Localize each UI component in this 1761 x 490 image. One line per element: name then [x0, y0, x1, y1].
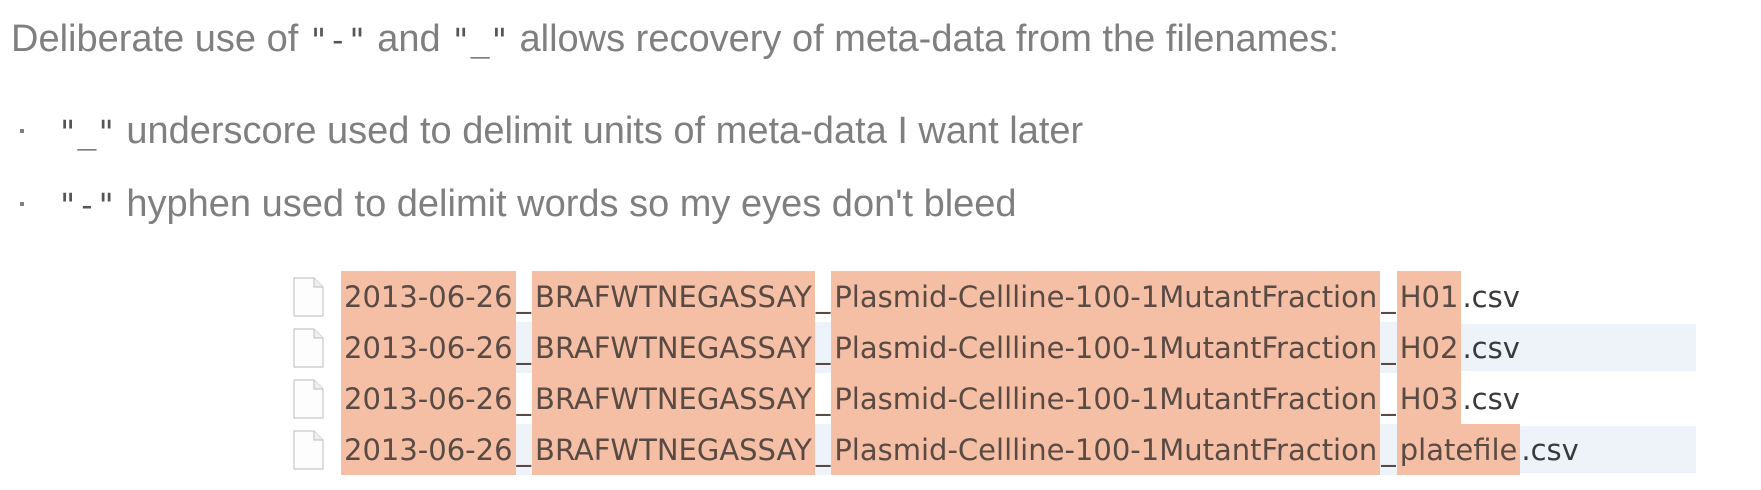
condition-segment: Plasmid-Cellline-100-1MutantFraction: [831, 271, 1381, 322]
file-extension: .csv: [1462, 381, 1520, 416]
intro-before: Deliberate use of: [11, 18, 309, 60]
document-icon: [293, 429, 324, 470]
file-row[interactable]: 2013-06-26 _ BRAFWTNEGASSAY _ Plasmid-Ce…: [290, 424, 1696, 475]
date-segment: 2013-06-26: [341, 322, 516, 373]
file-name: 2013-06-26 _ BRAFWTNEGASSAY _ Plasmid-Ce…: [341, 373, 1520, 424]
underscore-separator: _: [515, 373, 533, 424]
bullet-underscore: "_" underscore used to delimit units of …: [20, 106, 1083, 157]
date-segment: 2013-06-26: [341, 424, 516, 475]
file-row[interactable]: 2013-06-26 _ BRAFWTNEGASSAY _ Plasmid-Ce…: [290, 373, 1696, 424]
underscore-separator: _: [814, 322, 832, 373]
assay-segment: BRAFWTNEGASSAY: [532, 271, 815, 322]
document-icon: [293, 327, 324, 368]
assay-segment: BRAFWTNEGASSAY: [532, 322, 815, 373]
intro-after: allows recovery of meta-data from the fi…: [508, 18, 1339, 60]
bullet-dot: [20, 128, 24, 133]
assay-segment: BRAFWTNEGASSAY: [532, 373, 815, 424]
condition-segment: Plasmid-Cellline-100-1MutantFraction: [831, 424, 1381, 475]
bullet-text: underscore used to delimit units of meta…: [115, 110, 1084, 152]
intro-middle: and: [366, 18, 452, 60]
well-segment: H01: [1396, 271, 1462, 322]
bullet-dot: [20, 201, 24, 206]
underscore-separator: _: [515, 271, 533, 322]
underscore-separator: _: [814, 373, 832, 424]
file-name: 2013-06-26 _ BRAFWTNEGASSAY _ Plasmid-Ce…: [341, 271, 1520, 322]
underscore-separator: _: [1380, 271, 1397, 322]
underscore-separator: _: [515, 322, 533, 373]
intro-paragraph: Deliberate use of "-" and "_" allows rec…: [11, 14, 1339, 65]
underscore-separator: _: [814, 271, 832, 322]
date-segment: 2013-06-26: [341, 373, 516, 424]
underscore-separator: _: [1380, 424, 1397, 475]
file-extension: .csv: [1462, 279, 1520, 314]
bullet-text: hyphen used to delimit words so my eyes …: [115, 183, 1017, 225]
well-segment: platefile: [1396, 424, 1521, 475]
underscore-separator: _: [1380, 373, 1397, 424]
condition-segment: Plasmid-Cellline-100-1MutantFraction: [831, 373, 1381, 424]
bullet-code: "_": [58, 113, 116, 151]
underscore-separator: _: [515, 424, 533, 475]
document-icon: [293, 276, 324, 317]
bullet-code: "-": [58, 186, 116, 224]
file-extension: .csv: [1462, 330, 1520, 365]
condition-segment: Plasmid-Cellline-100-1MutantFraction: [831, 322, 1381, 373]
document-icon: [293, 378, 324, 419]
underscore-separator: _: [814, 424, 832, 475]
underscore-code: "_": [451, 21, 509, 59]
assay-segment: BRAFWTNEGASSAY: [532, 424, 815, 475]
file-row[interactable]: 2013-06-26 _ BRAFWTNEGASSAY _ Plasmid-Ce…: [290, 322, 1696, 373]
hyphen-code: "-": [308, 21, 367, 59]
file-extension: .csv: [1521, 432, 1579, 467]
underscore-separator: _: [1380, 322, 1397, 373]
file-name: 2013-06-26 _ BRAFWTNEGASSAY _ Plasmid-Ce…: [341, 322, 1520, 373]
file-name: 2013-06-26 _ BRAFWTNEGASSAY _ Plasmid-Ce…: [341, 424, 1579, 475]
well-segment: H03: [1396, 373, 1462, 424]
file-list: 2013-06-26 _ BRAFWTNEGASSAY _ Plasmid-Ce…: [290, 271, 1696, 475]
well-segment: H02: [1396, 322, 1462, 373]
file-row[interactable]: 2013-06-26 _ BRAFWTNEGASSAY _ Plasmid-Ce…: [290, 271, 1696, 322]
bullet-hyphen: "-" hyphen used to delimit words so my e…: [20, 179, 1017, 230]
date-segment: 2013-06-26: [341, 271, 516, 322]
